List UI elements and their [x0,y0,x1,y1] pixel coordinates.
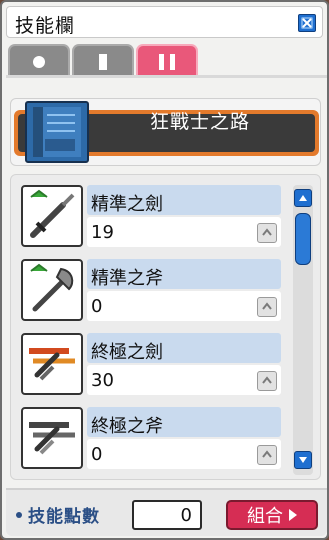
skill-name: 精準之劍 [91,194,163,215]
triangle-down-icon [299,457,307,463]
scroll-thumb[interactable] [295,213,311,265]
skill-points-value: 0 [132,500,202,530]
arrow-up-icon [262,228,272,236]
circle-icon [33,56,45,68]
job-panel: 狂戰士之路 [10,98,321,166]
skill-up-button[interactable] [257,223,277,243]
skill-level-bar [87,365,281,395]
job-book-icon [25,101,89,163]
job-name: 狂戰士之路 [149,111,250,133]
tab-beginner[interactable] [8,44,70,78]
skill-name: 終極之劍 [91,342,163,363]
skill-level-bar [87,439,281,469]
numeral-two-icon [159,54,175,70]
arrow-right-icon [289,509,297,521]
close-icon [301,17,313,29]
skill-points-label-wrap: 技能點數 [16,502,100,527]
skill-item[interactable]: 終極之劍 30 [17,327,283,399]
scroll-down-button[interactable] [294,451,312,469]
skill-level-bar [87,217,281,247]
skill-item[interactable]: 精準之劍 19 [17,179,283,251]
combine-label: 組合 [247,506,283,527]
arrow-up-icon [262,302,272,310]
job-tabs [6,44,327,78]
skill-level-bar [87,291,281,321]
final-sword-icon [21,333,83,395]
skill-level: 0 [91,296,103,317]
arrow-up-icon [262,376,272,384]
tab-job-2[interactable] [136,44,198,78]
skill-name: 終極之斧 [91,416,163,437]
axe-icon [21,259,83,321]
sword-icon [21,185,83,247]
footer: 技能點數 0 組合 [6,488,327,536]
skill-level: 19 [91,222,114,243]
skill-item[interactable]: 終極之斧 0 [17,401,283,473]
title-bar[interactable]: 技能欄 [6,6,323,38]
skill-up-button[interactable] [257,297,277,317]
scroll-up-button[interactable] [294,189,312,207]
skill-points-label: 技能點數 [28,507,100,527]
skill-level: 30 [91,370,114,391]
skill-up-button[interactable] [257,445,277,465]
combine-button[interactable]: 組合 [226,500,318,530]
skill-level: 0 [91,444,103,465]
skill-name: 精準之斧 [91,268,163,289]
skill-window: 技能欄 狂戰士之路 精準之劍 19 精準之斧 0 終極之劍 30 終極之斧 0 … [0,0,329,540]
triangle-up-icon [299,195,307,201]
skill-item[interactable]: 精準之斧 0 [17,253,283,325]
tab-job-1[interactable] [72,44,134,78]
arrow-up-icon [262,450,272,458]
close-button[interactable] [298,14,316,32]
scrollbar[interactable] [293,185,313,475]
final-axe-icon [21,407,83,469]
tab-underline [6,75,327,78]
numeral-one-icon [99,54,107,70]
skill-list: 精準之劍 19 精準之斧 0 終極之劍 30 終極之斧 0 [10,174,321,480]
skill-up-button[interactable] [257,371,277,391]
window-title: 技能欄 [15,15,76,37]
bullet-icon [16,511,22,518]
